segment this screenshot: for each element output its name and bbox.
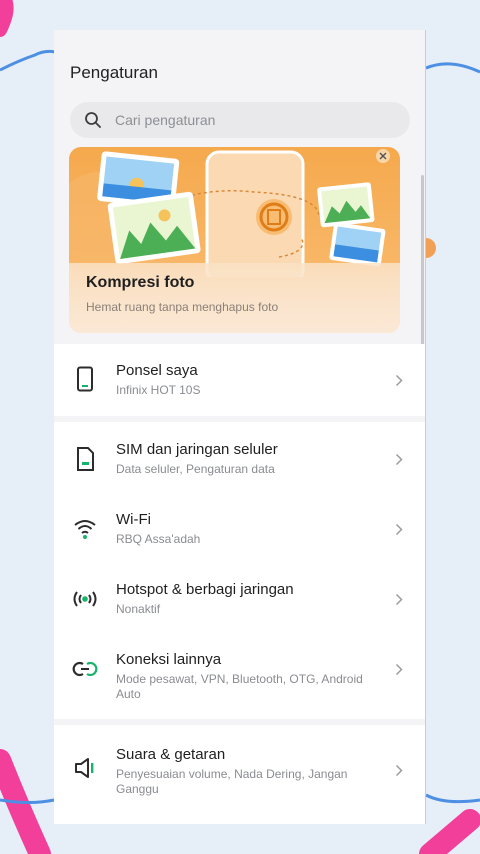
item-subtitle: Penyesuaian volume, Nada Dering, Jangan …: [116, 767, 348, 796]
chevron-right-icon: [394, 763, 404, 777]
page-title: Pengaturan: [70, 63, 158, 82]
settings-item-ponsel-saya[interactable]: Ponsel saya Infinix HOT 10S: [54, 344, 425, 416]
settings-item-sim[interactable]: SIM dan jaringan seluler Data seluler, P…: [54, 422, 425, 492]
link-icon: [72, 656, 98, 682]
item-subtitle: Mode pesawat, VPN, Bluetooth, OTG, Andro…: [116, 672, 363, 701]
settings-screen: Pengaturan Cari pengaturan Kompresi foto…: [54, 30, 426, 824]
item-title: Koneksi lainnya: [116, 651, 222, 668]
search-icon: [84, 111, 102, 129]
scrollbar[interactable]: [421, 175, 424, 355]
item-subtitle: RBQ Assa'adah: [116, 532, 201, 546]
item-subtitle: Nonaktif: [116, 602, 161, 616]
item-title: Suara & getaran: [116, 746, 226, 763]
settings-item-koneksi-lainnya[interactable]: Koneksi lainnya Mode pesawat, VPN, Bluet…: [54, 632, 425, 719]
sim-card-icon: [72, 446, 98, 472]
photo-compress-illustration: [69, 150, 386, 277]
chevron-right-icon: [394, 662, 404, 676]
item-subtitle: Data seluler, Pengaturan data: [116, 462, 275, 476]
banner-subtitle: Hemat ruang tanpa menghapus foto: [86, 300, 279, 314]
phone-icon: [72, 366, 98, 392]
hotspot-icon: [70, 586, 100, 612]
settings-group-device: Ponsel saya Infinix HOT 10S: [54, 344, 425, 416]
search-placeholder: Cari pengaturan: [115, 112, 216, 128]
settings-group-network: SIM dan jaringan seluler Data seluler, P…: [54, 422, 425, 719]
settings-item-hotspot[interactable]: Hotspot & berbagi jaringan Nonaktif: [54, 562, 425, 632]
wifi-icon: [72, 516, 98, 542]
item-title: Wi-Fi: [116, 511, 151, 528]
banner-title: Kompresi foto: [86, 274, 195, 291]
item-title: Ponsel saya: [116, 362, 198, 379]
close-icon[interactable]: [376, 149, 390, 163]
settings-group-sound: Suara & getaran Penyesuaian volume, Nada…: [54, 725, 425, 824]
speaker-icon: [72, 755, 98, 781]
item-title: SIM dan jaringan seluler: [116, 441, 278, 458]
search-input[interactable]: Cari pengaturan: [70, 102, 410, 138]
chevron-right-icon: [394, 522, 404, 536]
item-subtitle: Infinix HOT 10S: [116, 383, 201, 397]
item-title: Hotspot & berbagi jaringan: [116, 581, 294, 598]
photo-compress-banner[interactable]: Kompresi foto Hemat ruang tanpa menghapu…: [69, 147, 400, 333]
chevron-right-icon: [394, 592, 404, 606]
settings-item-suara-getaran[interactable]: Suara & getaran Penyesuaian volume, Nada…: [54, 725, 425, 815]
chevron-right-icon: [394, 452, 404, 466]
chevron-right-icon: [394, 373, 404, 387]
settings-item-wifi[interactable]: Wi-Fi RBQ Assa'adah: [54, 492, 425, 562]
